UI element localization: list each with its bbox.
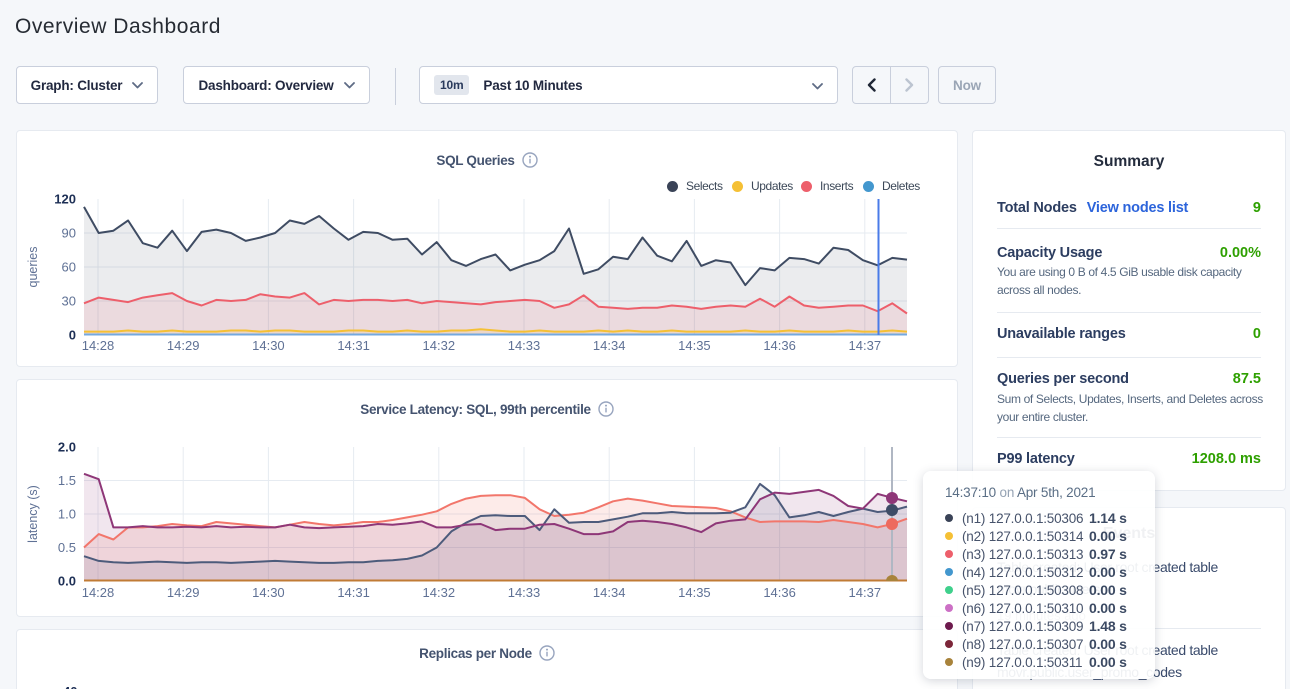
svg-text:14:31: 14:31: [337, 338, 370, 353]
svg-text:1.5: 1.5: [58, 473, 76, 488]
svg-text:60: 60: [62, 260, 76, 275]
svg-text:latency (s): latency (s): [26, 485, 40, 543]
svg-text:14:32: 14:32: [423, 338, 456, 353]
svg-text:14:36: 14:36: [763, 585, 796, 600]
svg-text:queries: queries: [26, 247, 40, 288]
svg-text:14:35: 14:35: [678, 585, 711, 600]
svg-text:14:29: 14:29: [167, 585, 200, 600]
svg-text:14:28: 14:28: [82, 585, 115, 600]
svg-text:14:32: 14:32: [423, 585, 456, 600]
svg-text:14:28: 14:28: [82, 338, 115, 353]
svg-text:14:33: 14:33: [508, 585, 541, 600]
svg-text:0.5: 0.5: [58, 540, 76, 555]
svg-text:90: 90: [62, 226, 76, 241]
svg-text:14:37: 14:37: [849, 338, 882, 353]
svg-text:14:30: 14:30: [252, 338, 285, 353]
svg-text:0.0: 0.0: [58, 574, 76, 589]
svg-text:14:33: 14:33: [508, 338, 541, 353]
svg-text:14:34: 14:34: [593, 338, 626, 353]
svg-text:14:30: 14:30: [252, 585, 285, 600]
svg-text:0: 0: [69, 328, 76, 343]
svg-text:1.0: 1.0: [58, 507, 76, 522]
svg-text:30: 30: [62, 294, 76, 309]
svg-text:2.0: 2.0: [58, 440, 76, 455]
svg-text:14:37: 14:37: [849, 585, 882, 600]
svg-text:14:36: 14:36: [763, 338, 796, 353]
svg-text:120: 120: [54, 192, 76, 207]
svg-text:14:29: 14:29: [167, 338, 200, 353]
svg-text:14:34: 14:34: [593, 585, 626, 600]
svg-text:14:35: 14:35: [678, 338, 711, 353]
svg-text:14:31: 14:31: [337, 585, 370, 600]
